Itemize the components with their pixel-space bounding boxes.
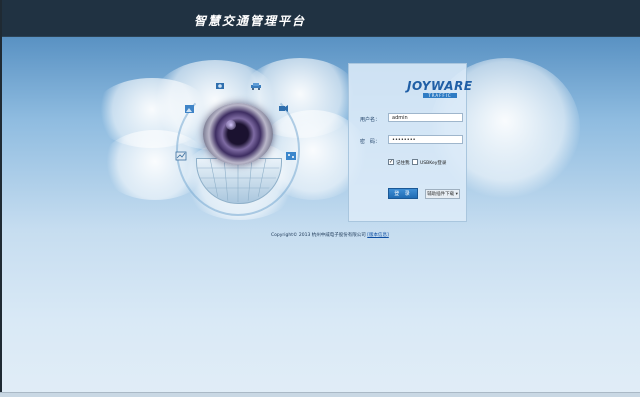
login-button[interactable]: 登 录 xyxy=(388,188,418,199)
usbkey-checkbox[interactable] xyxy=(412,159,418,165)
picture-icon xyxy=(183,103,196,114)
remember-label: 记住我 xyxy=(396,161,410,166)
lens-glint xyxy=(226,120,236,130)
car-icon xyxy=(249,80,262,91)
login-page: 智慧交通管理平台 JOYWARE TRAFFIC 用户名： admin 密 码：… xyxy=(0,0,640,397)
camera-lens xyxy=(203,103,273,165)
remember-checkbox[interactable]: ✓ xyxy=(388,159,394,165)
username-input[interactable]: admin xyxy=(388,113,463,122)
video-icon xyxy=(277,103,290,114)
plugin-download-button[interactable]: 辅助插件下载 ▾ xyxy=(425,189,460,199)
chart-icon xyxy=(174,150,187,161)
copyright: Copyright© 2013 杭州中威电子股份有限公司 [版本信息] xyxy=(271,232,389,238)
copyright-text: Copyright© 2013 杭州中威电子股份有限公司 xyxy=(271,233,366,238)
password-label: 密 码： xyxy=(360,139,381,145)
brand-logo: JOYWARE xyxy=(407,79,473,93)
usbkey-label: USBKey登录 xyxy=(420,161,447,166)
brand-subtitle: TRAFFIC xyxy=(423,93,457,98)
window-edge xyxy=(0,0,2,397)
version-info-link[interactable]: [版本信息] xyxy=(367,233,389,238)
header-bar: 智慧交通管理平台 xyxy=(2,0,640,37)
page-title: 智慧交通管理平台 xyxy=(194,14,307,28)
camera-icon xyxy=(213,80,226,91)
bottom-bar xyxy=(0,392,640,397)
password-input[interactable]: •••••••• xyxy=(388,135,463,144)
map-icon xyxy=(284,150,297,161)
username-label: 用户名： xyxy=(360,117,381,123)
